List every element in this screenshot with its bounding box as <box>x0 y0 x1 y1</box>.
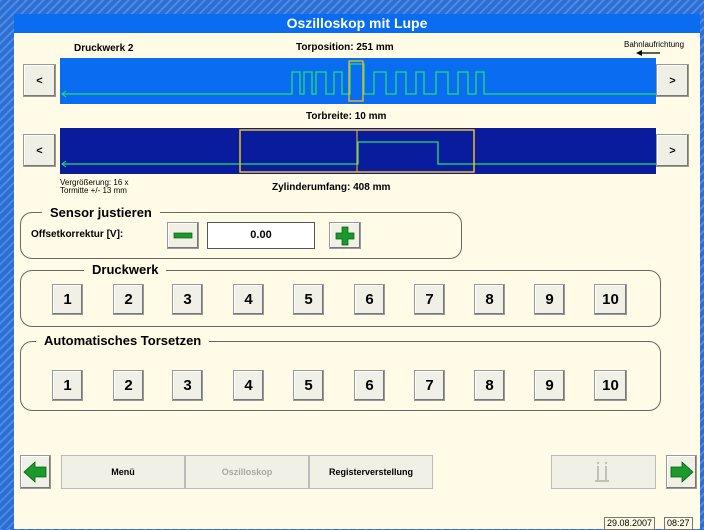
oszilloskop-button[interactable]: Oszilloskop <box>185 455 309 489</box>
auto-torsetzen-button-9[interactable]: 9 <box>534 370 565 401</box>
druckwerk-label: Druckwerk 2 <box>74 43 134 54</box>
menu-button[interactable]: Menü <box>61 455 185 489</box>
auto-torsetzen-button-5[interactable]: 5 <box>293 370 324 401</box>
druckwerk-button-8[interactable]: 8 <box>474 284 505 315</box>
scope1-signal <box>61 60 656 102</box>
offset-value-field[interactable]: 0.00 <box>207 222 315 249</box>
druckwerk-button-2[interactable]: 2 <box>113 284 144 315</box>
forward-button[interactable] <box>666 455 697 489</box>
status-date: 29.08.2007 <box>604 517 656 530</box>
offset-minus-button[interactable] <box>167 222 199 249</box>
auto-torsetzen-button-6[interactable]: 6 <box>354 370 385 401</box>
druckwerk-group-title: Druckwerk <box>84 262 167 277</box>
auto-group-title: Automatisches Torsetzen <box>36 333 210 348</box>
auto-torsetzen-button-8[interactable]: 8 <box>474 370 505 401</box>
scope1-left-button[interactable]: < <box>23 64 56 97</box>
druckwerk-button-4[interactable]: 4 <box>233 284 264 315</box>
druckwerk-button-3[interactable]: 3 <box>172 284 203 315</box>
arrow-left-icon <box>23 461 47 483</box>
druckwerk-button-5[interactable]: 5 <box>293 284 324 315</box>
scope2-track <box>60 128 656 174</box>
minus-icon <box>173 232 193 239</box>
auto-torsetzen-button-7[interactable]: 7 <box>414 370 445 401</box>
offset-label: Offsetkorrektur [V]: <box>31 229 124 240</box>
title-bar: Oszilloskop mit Lupe <box>14 14 700 33</box>
druckwerk-button-10[interactable]: 10 <box>594 284 627 315</box>
druckwerk-button-1[interactable]: 1 <box>52 284 83 315</box>
bahnlauf-label: Bahnlaufrichtung <box>624 40 685 49</box>
druckwerk-button-6[interactable]: 6 <box>354 284 385 315</box>
back-button[interactable] <box>20 455 51 489</box>
scope2-left-button[interactable]: < <box>23 134 56 167</box>
zylinderumfang-label: Zylinderumfang: 408 mm <box>272 182 391 193</box>
torbreite-label: Torbreite: 10 mm <box>306 111 387 122</box>
torposition-label: Torposition: 251 mm <box>296 42 394 53</box>
sensor-group-title: Sensor justieren <box>42 205 160 220</box>
reset-icon <box>595 461 609 482</box>
disabled-action-button[interactable] <box>551 455 656 489</box>
scope1-right-button[interactable]: > <box>656 64 689 97</box>
registerverstellung-button[interactable]: Registerverstellung <box>309 455 433 489</box>
direction-arrow-icon <box>636 50 660 56</box>
scope1-track <box>60 58 656 104</box>
druckwerk-button-9[interactable]: 9 <box>534 284 565 315</box>
auto-torsetzen-button-10[interactable]: 10 <box>594 370 627 401</box>
offset-plus-button[interactable] <box>329 222 361 249</box>
tormitte-label: Tormitte +/- 13 mm <box>60 186 127 195</box>
scope2-right-button[interactable]: > <box>656 134 689 167</box>
arrow-right-icon <box>670 461 694 483</box>
status-time: 08:27 <box>664 517 693 530</box>
auto-torsetzen-button-4[interactable]: 4 <box>233 370 264 401</box>
auto-torsetzen-button-3[interactable]: 3 <box>172 370 203 401</box>
druckwerk-button-7[interactable]: 7 <box>414 284 445 315</box>
auto-torsetzen-button-2[interactable]: 2 <box>113 370 144 401</box>
plus-icon <box>335 226 355 246</box>
scope2-signal <box>61 129 656 173</box>
auto-torsetzen-button-1[interactable]: 1 <box>52 370 83 401</box>
